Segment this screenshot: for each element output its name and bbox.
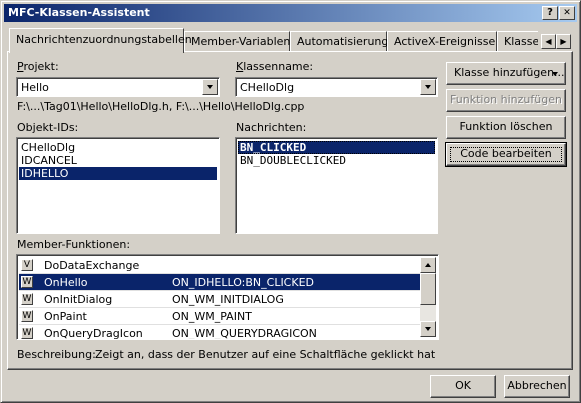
object-id-item[interactable]: IDCANCEL xyxy=(19,154,217,167)
close-icon[interactable]: ✕ xyxy=(559,6,575,20)
messages-label: Nachrichten: xyxy=(236,121,307,134)
project-label-text: rojekt: xyxy=(23,60,59,73)
member-mapping: ON_WM_PAINT xyxy=(172,310,252,323)
scroll-up-button[interactable] xyxy=(420,257,436,273)
help-icon[interactable]: ? xyxy=(542,6,558,20)
tab-scroll-left-icon[interactable]: ◀ xyxy=(541,34,556,49)
member-list-scrollbar[interactable] xyxy=(420,257,436,337)
chevron-down-icon xyxy=(425,85,431,89)
project-label: Projekt: xyxy=(17,60,59,73)
windows-message-badge-icon: W xyxy=(21,310,33,322)
tab-automation[interactable]: Automatisierung xyxy=(290,31,388,51)
title-bar[interactable]: MFC-Klassen-Assistent ? ✕ xyxy=(4,4,577,22)
object-ids-label: Objekt-IDs: xyxy=(17,121,79,134)
cancel-button[interactable]: Abbrechen xyxy=(504,375,570,398)
member-mapping: ON_WM_INITDIALOG xyxy=(172,293,284,306)
classname-combo[interactable]: CHelloDlg xyxy=(235,77,438,97)
object-id-item[interactable]: CHelloDlg xyxy=(19,141,217,154)
project-combo[interactable]: Hello xyxy=(16,77,220,97)
member-row[interactable]: W OnInitDialog ON_WM_INITDIALOG xyxy=(19,291,436,308)
add-class-button[interactable]: Klasse hinzufügen... xyxy=(446,62,566,85)
classname-label-text: lassenname: xyxy=(243,60,314,73)
tab-member-variables[interactable]: Member-Variablen xyxy=(184,31,290,51)
member-functions-label: Member-Funktionen: xyxy=(17,238,131,251)
scroll-down-button[interactable] xyxy=(420,321,436,337)
description-label: Beschreibung: xyxy=(17,348,96,361)
message-item-selected[interactable]: BN_CLICKED xyxy=(238,141,435,154)
member-row-selected[interactable]: W OnHello ON_IDHELLO:BN_CLICKED xyxy=(19,274,436,291)
project-dropdown-button[interactable] xyxy=(202,79,218,95)
chevron-down-icon xyxy=(425,327,431,331)
member-name: OnPaint xyxy=(44,310,87,323)
chevron-down-icon xyxy=(552,72,558,76)
member-row[interactable]: W OnQueryDragIcon ON_WM_QUERYDRAGICON xyxy=(19,325,436,340)
member-name: OnInitDialog xyxy=(44,293,113,306)
mfc-class-wizard-dialog: MFC-Klassen-Assistent ? ✕ Nachrichtenzuo… xyxy=(0,0,581,403)
description-text: Zeigt an, dass der Benutzer auf eine Sch… xyxy=(95,348,436,361)
member-mapping: ON_IDHELLO:BN_CLICKED xyxy=(172,276,315,289)
add-function-button[interactable]: Funktion hinzufügen xyxy=(446,89,566,112)
tab-activex-events[interactable]: ActiveX-Ereignisse xyxy=(387,31,497,51)
project-value: Hello xyxy=(21,81,49,94)
object-id-item-selected[interactable]: IDHELLO xyxy=(19,167,217,180)
virtual-badge-icon: V xyxy=(21,259,33,271)
member-row[interactable]: W OnPaint ON_WM_PAINT xyxy=(19,308,436,325)
classname-label: Klassenname: xyxy=(236,60,314,73)
tab-class-info[interactable]: Klassen-Info xyxy=(497,31,538,51)
windows-message-badge-icon: W xyxy=(21,293,33,305)
window-title: MFC-Klassen-Assistent xyxy=(8,6,150,19)
chevron-down-icon xyxy=(207,85,213,89)
member-row[interactable]: V DoDataExchange xyxy=(19,257,436,274)
windows-message-badge-icon: W xyxy=(21,327,33,339)
message-item[interactable]: BN_DOUBLECLICKED xyxy=(238,154,435,167)
member-name: DoDataExchange xyxy=(44,259,140,272)
messages-list[interactable]: BN_CLICKED BN_DOUBLECLICKED xyxy=(235,137,438,234)
ok-button[interactable]: OK xyxy=(430,375,496,398)
tab-message-maps[interactable]: Nachrichtenzuordnungstabellen xyxy=(9,28,192,53)
member-name: OnQueryDragIcon xyxy=(44,327,143,340)
member-mapping: ON_WM_QUERYDRAGICON xyxy=(172,327,317,340)
windows-message-badge-icon: W xyxy=(21,276,33,288)
member-functions-list[interactable]: V DoDataExchange W OnHello ON_IDHELLO:BN… xyxy=(16,254,439,340)
member-name: OnHello xyxy=(44,276,88,289)
classname-dropdown-button[interactable] xyxy=(420,79,436,95)
scroll-thumb[interactable] xyxy=(420,273,436,305)
edit-code-button[interactable]: Code bearbeiten xyxy=(445,142,567,167)
classname-value: CHelloDlg xyxy=(240,81,295,94)
chevron-up-icon xyxy=(425,263,431,267)
file-path: F:\...\Tag01\Hello\HelloDlg.h, F:\...\He… xyxy=(17,100,305,113)
delete-function-button[interactable]: Funktion löschen xyxy=(446,116,566,139)
tab-scroll-right-icon[interactable]: ▶ xyxy=(556,34,571,49)
object-ids-list[interactable]: CHelloDlg IDCANCEL IDHELLO xyxy=(16,137,220,234)
focus-ring xyxy=(450,147,562,162)
add-class-label: Klasse hinzufügen... xyxy=(454,66,565,79)
